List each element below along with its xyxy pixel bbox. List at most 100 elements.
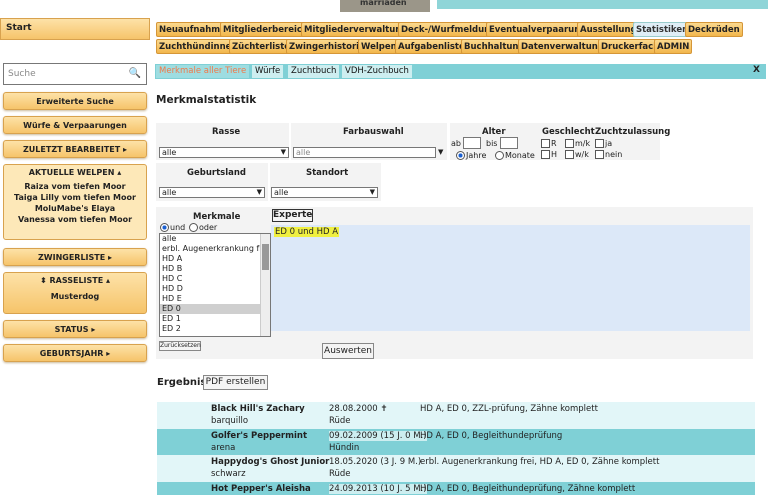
start-button[interactable]: Start [0, 18, 150, 40]
kennel-list-button[interactable]: ZWINGERLISTE ▸ [3, 248, 147, 266]
breed-list-title[interactable]: ⬍ RASSELISTE ▴ [4, 273, 146, 289]
ja-label: ja [605, 139, 613, 148]
farbauswahl-label: Farbauswahl [343, 127, 404, 137]
list-item[interactable]: alle [160, 234, 270, 244]
list-item[interactable]: HD E [160, 294, 270, 304]
mk-checkbox[interactable]: m/k [565, 139, 590, 148]
auswerten-button[interactable]: Auswerten [322, 343, 374, 359]
nav-statistiken[interactable]: Statistiken [633, 22, 692, 37]
merkmale-label: Merkmale [193, 212, 241, 222]
site-name: marriaden [360, 0, 407, 7]
radio-icon [495, 151, 504, 160]
nav-eventualverpaarung[interactable]: Eventualverpaarung [486, 22, 590, 37]
nav-mitgliederbereich[interactable]: Mitgliederbereich [220, 22, 311, 37]
geburtsland-label: Geburtsland [187, 168, 246, 178]
nav-deck-wurfmeldung[interactable]: Deck-/Wurfmeldung [398, 22, 500, 37]
page-title: Merkmalstatistik [156, 94, 257, 106]
advanced-search-button[interactable]: Erweiterte Suche [3, 92, 147, 110]
nav-aufgabenliste[interactable]: Aufgabenliste [395, 39, 468, 54]
chevron-down-icon[interactable]: ▼ [438, 148, 443, 156]
dog-name[interactable]: Golfer's Peppermint [211, 431, 307, 441]
dog-name[interactable]: Hot Pepper's Aleisha [211, 484, 311, 494]
kennel-name: arena [211, 443, 236, 453]
list-item[interactable]: HD D [160, 284, 270, 294]
dog-name[interactable]: Black Hill's Zachary [211, 404, 305, 414]
ja-checkbox[interactable]: ja [595, 139, 612, 148]
age-to-input[interactable] [500, 137, 518, 149]
litters-button[interactable]: Würfe & Verpaarungen [3, 116, 147, 134]
und-radio[interactable]: und [160, 223, 185, 232]
puppy-link[interactable]: Raiza vom tiefen Moor [4, 181, 146, 192]
search-placeholder: Suche [8, 69, 36, 79]
oder-radio[interactable]: oder [189, 223, 217, 232]
tab-zuchtbuch[interactable]: Zuchtbuch [288, 65, 340, 78]
radio-icon [189, 223, 198, 232]
geburtsland-select[interactable]: alle ▼ [159, 187, 265, 198]
status-button[interactable]: STATUS ▸ [3, 320, 147, 338]
wk-label: w/k [575, 150, 589, 159]
list-item[interactable]: HD B [160, 264, 270, 274]
nav-zuchthuendinnen[interactable]: Zuchthündinnen [156, 39, 241, 54]
r-checkbox[interactable]: R [541, 139, 557, 148]
rasse-value: alle [162, 148, 177, 157]
nav-deckrueden[interactable]: Deckrüden [685, 22, 743, 37]
expert-textarea[interactable] [271, 225, 750, 331]
tab-merkmale-aller-tiere[interactable]: Merkmale aller Tiere [156, 65, 250, 78]
birth-date: 18.05.2020 (3 J. 9 M.) [329, 457, 422, 467]
reset-button[interactable]: Zurücksetzen [159, 341, 201, 351]
tab-vdh-zuchbuch[interactable]: VDH-Zuchbuch [342, 65, 412, 78]
tab-wuerfe[interactable]: Würfe [252, 65, 284, 78]
scroll-thumb[interactable] [262, 244, 269, 270]
list-item[interactable]: HD A [160, 254, 270, 264]
nav-admin[interactable]: ADMIN [654, 39, 693, 54]
alter-label: Alter [482, 127, 506, 137]
table-row[interactable]: Golfer's Peppermint arena 09.02.2009 (15… [157, 429, 755, 455]
close-icon[interactable]: X [753, 65, 760, 75]
current-puppies-title[interactable]: AKTUELLE WELPEN ▴ [4, 165, 146, 181]
table-row[interactable]: Happydog's Ghost Junior schwarz 18.05.20… [157, 455, 755, 482]
age-from-input[interactable] [463, 137, 481, 149]
search-icon[interactable]: 🔍 [129, 68, 141, 79]
ab-label: ab [451, 139, 461, 148]
nav-ausstellung[interactable]: Ausstellung [577, 22, 640, 37]
expert-button[interactable]: Experte [272, 209, 313, 222]
standort-label: Standort [306, 168, 349, 178]
puppy-link[interactable]: Vanessa vom tiefen Moor [4, 214, 146, 225]
list-item[interactable]: HD C [160, 274, 270, 284]
list-item[interactable]: ED 1 [160, 314, 270, 324]
list-item[interactable]: ED 2 [160, 324, 270, 334]
merkmale-listbox[interactable]: alle erbl. Augenerkrankung frei HD A HD … [159, 233, 271, 337]
chevron-down-icon: ▼ [369, 188, 375, 196]
puppy-link[interactable]: MoluMabe's Elaya [4, 203, 146, 214]
list-item[interactable]: ED 0 [160, 304, 270, 314]
birth-year-button[interactable]: GEBURTSJAHR ▸ [3, 344, 147, 362]
nein-checkbox[interactable]: nein [595, 150, 622, 159]
nav-zuechterliste[interactable]: Züchterliste [229, 39, 294, 54]
search-input[interactable]: Suche 🔍 [3, 63, 147, 85]
breed-link[interactable]: Musterdog [4, 289, 146, 302]
monate-radio[interactable]: Monate [495, 151, 535, 160]
checkbox-icon [565, 139, 574, 148]
table-row[interactable]: Hot Pepper's Aleisha 24.09.2013 (10 J. 5… [157, 482, 755, 495]
nav-zwingerhistorie[interactable]: Zwingerhistorie [286, 39, 368, 54]
rasse-select[interactable]: alle ▼ [159, 147, 289, 158]
standort-select[interactable]: alle ▼ [271, 187, 378, 198]
list-item[interactable]: erbl. Augenerkrankung frei [160, 244, 270, 254]
last-edited-button[interactable]: ZULETZT BEARBEITET ▸ [3, 140, 147, 158]
nav-druckerfach[interactable]: Druckerfach [598, 39, 663, 54]
nav-datenverwaltung[interactable]: Datenverwaltung [518, 39, 607, 54]
nav-mitgliederverwaltung[interactable]: Mitgliederverwaltung [301, 22, 411, 37]
farbauswahl-select[interactable]: alle [293, 147, 436, 158]
wk-checkbox[interactable]: w/k [565, 150, 589, 159]
pdf-button[interactable]: PDF erstellen [203, 375, 268, 390]
scrollbar[interactable] [260, 234, 270, 336]
table-row[interactable]: Black Hill's Zachary barquillo 28.08.200… [157, 402, 755, 429]
dog-name[interactable]: Happydog's Ghost Junior [211, 457, 329, 467]
sex: Rüde [329, 469, 351, 479]
nav-welpen[interactable]: Welpen [358, 39, 400, 54]
puppy-link[interactable]: Taiga Lilly vom tiefen Moor [4, 192, 146, 203]
rasse-label: Rasse [212, 127, 241, 137]
jahre-radio[interactable]: Jahre [456, 151, 486, 160]
h-checkbox[interactable]: H [541, 150, 557, 159]
nav-neuaufnahme[interactable]: Neuaufnahme [156, 22, 229, 37]
